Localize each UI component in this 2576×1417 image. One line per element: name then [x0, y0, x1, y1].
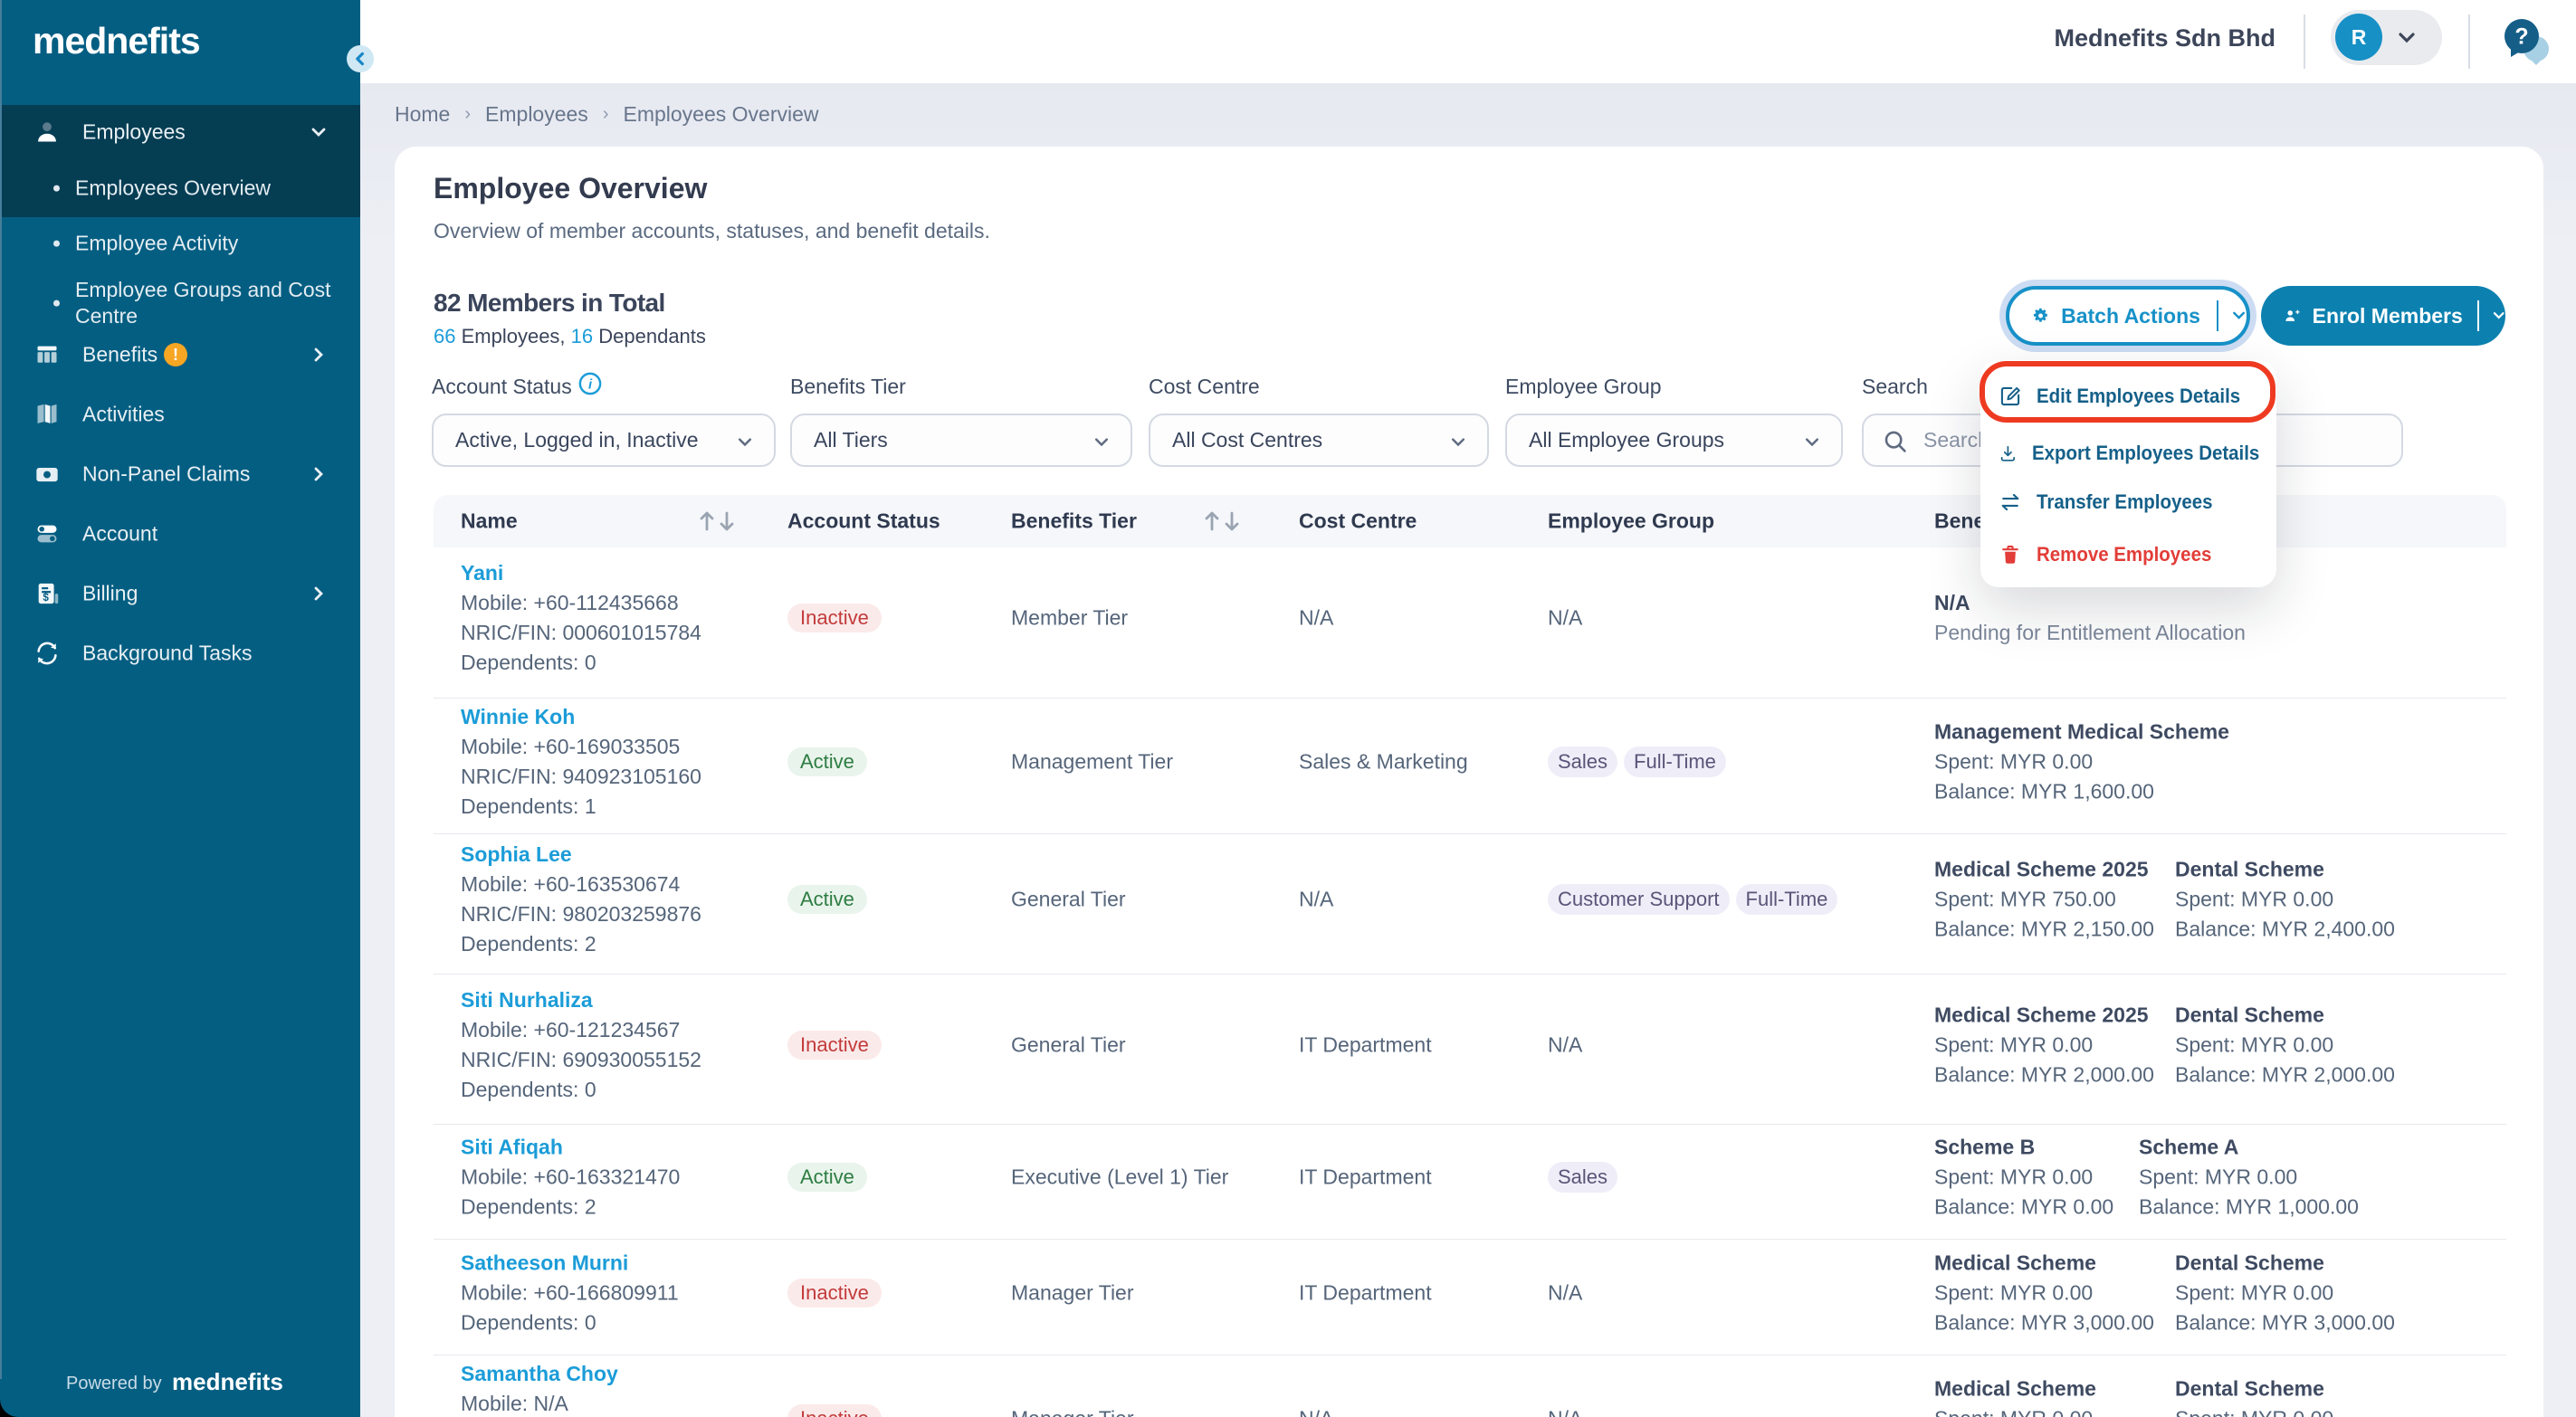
svg-text:$: $ [43, 592, 49, 604]
svg-text:?: ? [2514, 24, 2528, 49]
svg-text:i: i [588, 378, 593, 393]
